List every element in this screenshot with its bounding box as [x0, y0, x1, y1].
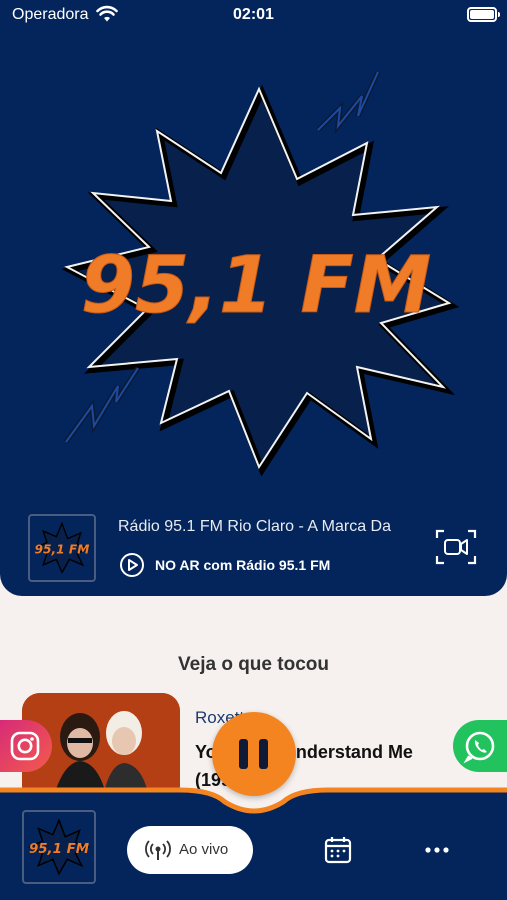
- nav-logo-wordmark: 95,1 FM: [29, 842, 90, 857]
- live-label: Ao vivo: [179, 841, 229, 858]
- on-air-label: NO AR com Rádio 95.1 FM: [155, 557, 331, 573]
- more-icon[interactable]: [420, 836, 454, 864]
- station-thumbnail[interactable]: 95,1 FM: [28, 514, 96, 582]
- thumbnail-wordmark: 95,1 FM: [35, 543, 90, 557]
- pause-icon-bar: [259, 739, 268, 769]
- battery-icon: [467, 7, 500, 22]
- now-playing-title: Rádio 95.1 FM Rio Claro - A Marca Da: [118, 518, 391, 535]
- instagram-button[interactable]: [0, 720, 52, 772]
- pause-button[interactable]: [212, 712, 296, 796]
- logo-wordmark: 95,1 FM: [81, 241, 432, 331]
- calendar-icon[interactable]: [322, 834, 354, 866]
- instagram-icon: [10, 731, 40, 761]
- history-section-title: Veja o que tocou: [178, 654, 329, 675]
- station-logo-art: 95,1 FM: [61, 70, 460, 477]
- pause-icon: [239, 739, 248, 769]
- status-time: 02:01: [233, 6, 274, 23]
- live-button[interactable]: Ao vivo: [127, 826, 253, 874]
- nav-station-logo[interactable]: 95,1 FM: [22, 810, 96, 884]
- whatsapp-icon: [463, 731, 495, 764]
- play-circle-icon: [120, 553, 144, 577]
- player-hero: Operadora 02:01 95,1 FM 95,1 FM Rádio 95…: [0, 0, 507, 596]
- video-icon[interactable]: [434, 527, 478, 567]
- whatsapp-button[interactable]: [453, 720, 507, 772]
- status-bar: Operadora 02:01: [0, 0, 507, 32]
- radio-icon: [145, 840, 171, 860]
